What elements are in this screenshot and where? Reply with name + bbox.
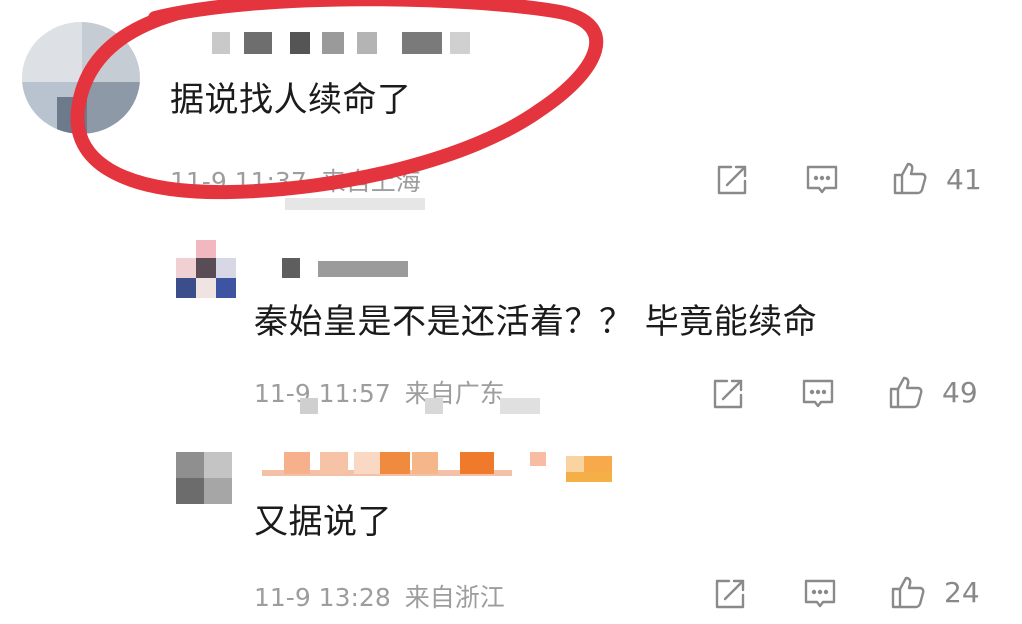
redacted-block [500, 398, 540, 414]
comment-location: 来自上海 [320, 167, 421, 196]
thumbs-up-icon[interactable] [892, 160, 928, 196]
comment-text: 据说找人续命了 [170, 80, 412, 120]
comment-text: 秦始皇是不是还活着？？ 毕竟能续命 [254, 302, 818, 342]
comment-meta: 11-9 11:57 来自广东 [254, 374, 511, 410]
comment-location: 来自浙江 [404, 583, 505, 612]
comment-meta: 11-9 11:37 来自上海 [170, 162, 427, 198]
like-count: 49 [942, 376, 978, 409]
avatar[interactable] [176, 240, 236, 300]
like-count: 41 [946, 163, 982, 196]
comment-icon[interactable] [800, 376, 836, 412]
comment-text: 又据说了 [254, 502, 392, 542]
share-icon[interactable] [710, 376, 746, 412]
comment-meta: 11-9 13:28 来自浙江 [254, 578, 511, 614]
username-redacted[interactable] [262, 452, 622, 482]
share-icon[interactable] [712, 576, 748, 612]
username-redacted[interactable] [212, 32, 482, 54]
thumbs-up-icon[interactable] [888, 374, 924, 410]
comment-date: 11-9 13:28 [254, 583, 391, 612]
thumbs-up-icon[interactable] [890, 574, 926, 610]
comment-thread: 据说找人续命了 11-9 11:37 来自上海 41 秦始皇是不是还活着？？ 毕… [0, 0, 1022, 624]
share-icon[interactable] [714, 162, 750, 198]
redacted-block [285, 198, 425, 210]
avatar[interactable] [176, 452, 232, 504]
username-redacted[interactable] [282, 258, 412, 280]
comment-icon[interactable] [804, 162, 840, 198]
comment-location: 来自广东 [404, 379, 505, 408]
comment-date: 11-9 11:57 [254, 379, 391, 408]
redacted-block [300, 398, 318, 414]
redacted-block [425, 398, 443, 414]
like-count: 24 [944, 576, 980, 609]
avatar[interactable] [22, 22, 140, 134]
comment-date: 11-9 11:37 [170, 167, 307, 196]
comment-icon[interactable] [802, 576, 838, 612]
